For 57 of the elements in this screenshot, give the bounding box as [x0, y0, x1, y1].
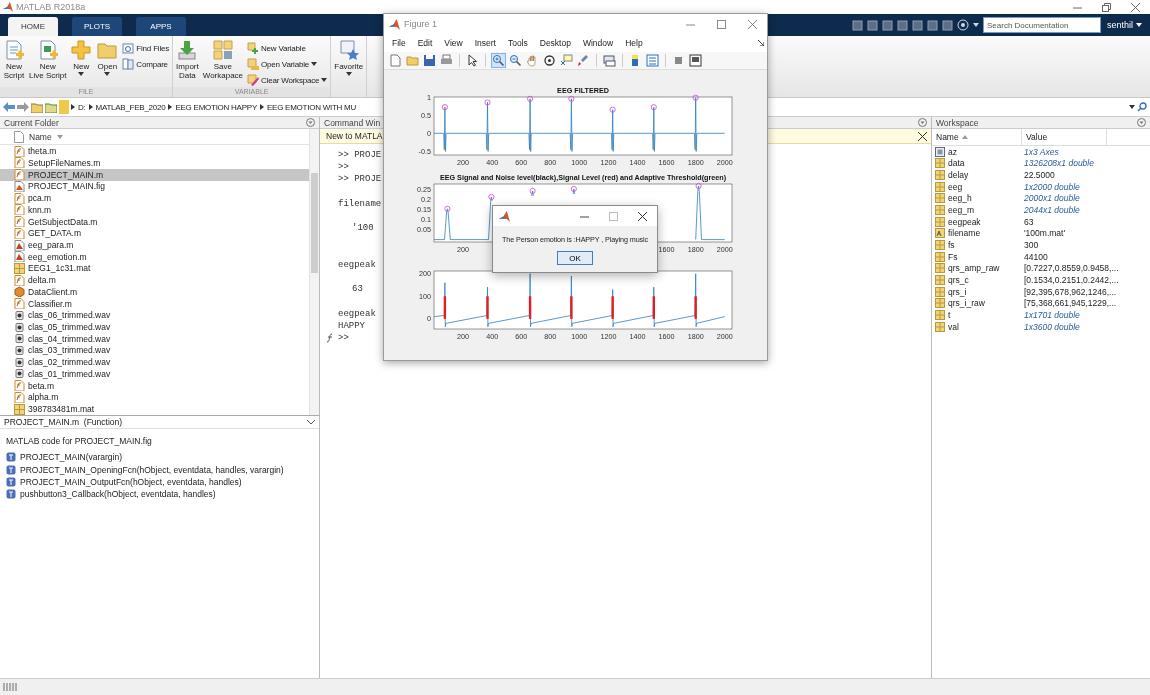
command-line: >> — [338, 162, 349, 173]
panel-title: Workspace — [936, 117, 979, 128]
details-title: PROJECT_MAIN.m (Function) — [4, 417, 123, 427]
file-name: eeg_para.m — [28, 240, 74, 250]
variable-value: 300 — [1023, 240, 1040, 251]
variable-value: [92,395,678,962,1246,... — [1023, 286, 1118, 297]
variable-value: 44100 — [1023, 251, 1049, 262]
file-description: MATLAB code for PROJECT_MAIN.fig — [6, 436, 153, 446]
command-line: >> PROJE — [338, 150, 382, 161]
command-line: filename — [338, 198, 382, 209]
command-prompt: >> — [338, 332, 349, 343]
variable-value: 1x1701 double — [1023, 310, 1081, 320]
variable-value: 22.5000 — [1023, 170, 1056, 181]
file-name: DataClient.m — [28, 286, 78, 297]
file-name: clas_04_trimmed.wav — [28, 333, 111, 344]
file-name: PROJECT_MAIN.m — [28, 169, 104, 180]
file-name: clas_03_trimmed.wav — [28, 345, 111, 356]
file-name: clas_01_trimmed.wav — [28, 368, 111, 379]
command-line: 63 — [352, 284, 363, 295]
variable-value: 2044x1 double — [1023, 205, 1081, 216]
file-name: eeg_emotion.m — [28, 251, 87, 262]
variable-value: [0.1534,0.2151,0.2442,... — [1023, 275, 1120, 286]
file-name: clas_02_trimmed.wav — [28, 357, 111, 368]
variable-value: 1x3 Axes — [1023, 146, 1060, 157]
variable-value: 1x2000 double — [1023, 181, 1081, 192]
file-name: alpha.m — [28, 392, 59, 403]
window-title: MATLAB R2018a — [16, 2, 86, 12]
file-name: pca.m — [28, 193, 52, 204]
file-name: theta.m — [28, 146, 57, 157]
file-name: clas_05_trimmed.wav — [28, 322, 111, 333]
file-name: Classifier.m — [28, 298, 72, 309]
variable-value: [75,368,661,945,1229,... — [1023, 298, 1118, 309]
variable-value: 2000x1 double — [1023, 193, 1081, 204]
panel-title: Command Win — [324, 117, 381, 128]
figure-title: Figure 1 — [404, 19, 438, 29]
file-name: clas_06_trimmed.wav — [28, 310, 111, 321]
command-line: HAPPY — [338, 320, 365, 331]
file-name: EEG1_1c31.mat — [28, 263, 91, 274]
variable-value: 1326208x1 double — [1023, 158, 1095, 169]
notice-text: New to MATLA — [326, 131, 383, 141]
command-line: '100 — [352, 223, 374, 234]
variable-value: [0.7227,0.8559,0.9458,... — [1023, 263, 1120, 274]
command-line: eegpeak — [338, 259, 376, 270]
variable-value: 1x3600 double — [1023, 321, 1081, 332]
file-name: delta.m — [28, 275, 56, 286]
variable-value: 63 — [1023, 216, 1035, 227]
variable-value: '100m.mat' — [1023, 228, 1067, 239]
file-name: PROJECT_MAIN.fig — [28, 181, 105, 192]
file-name: GET_DATA.m — [28, 228, 82, 239]
file-name: knn.m — [28, 204, 52, 215]
file-name: SetupFileNames.m — [28, 157, 101, 168]
file-name: GetSubjectData.m — [28, 216, 98, 227]
file-name: 398783481m.mat — [28, 404, 95, 415]
command-line: eegpeak — [338, 308, 376, 319]
command-line: >> PROJE — [338, 174, 382, 185]
panel-title: Current Folder — [4, 117, 59, 128]
file-name: beta.m — [28, 380, 54, 391]
